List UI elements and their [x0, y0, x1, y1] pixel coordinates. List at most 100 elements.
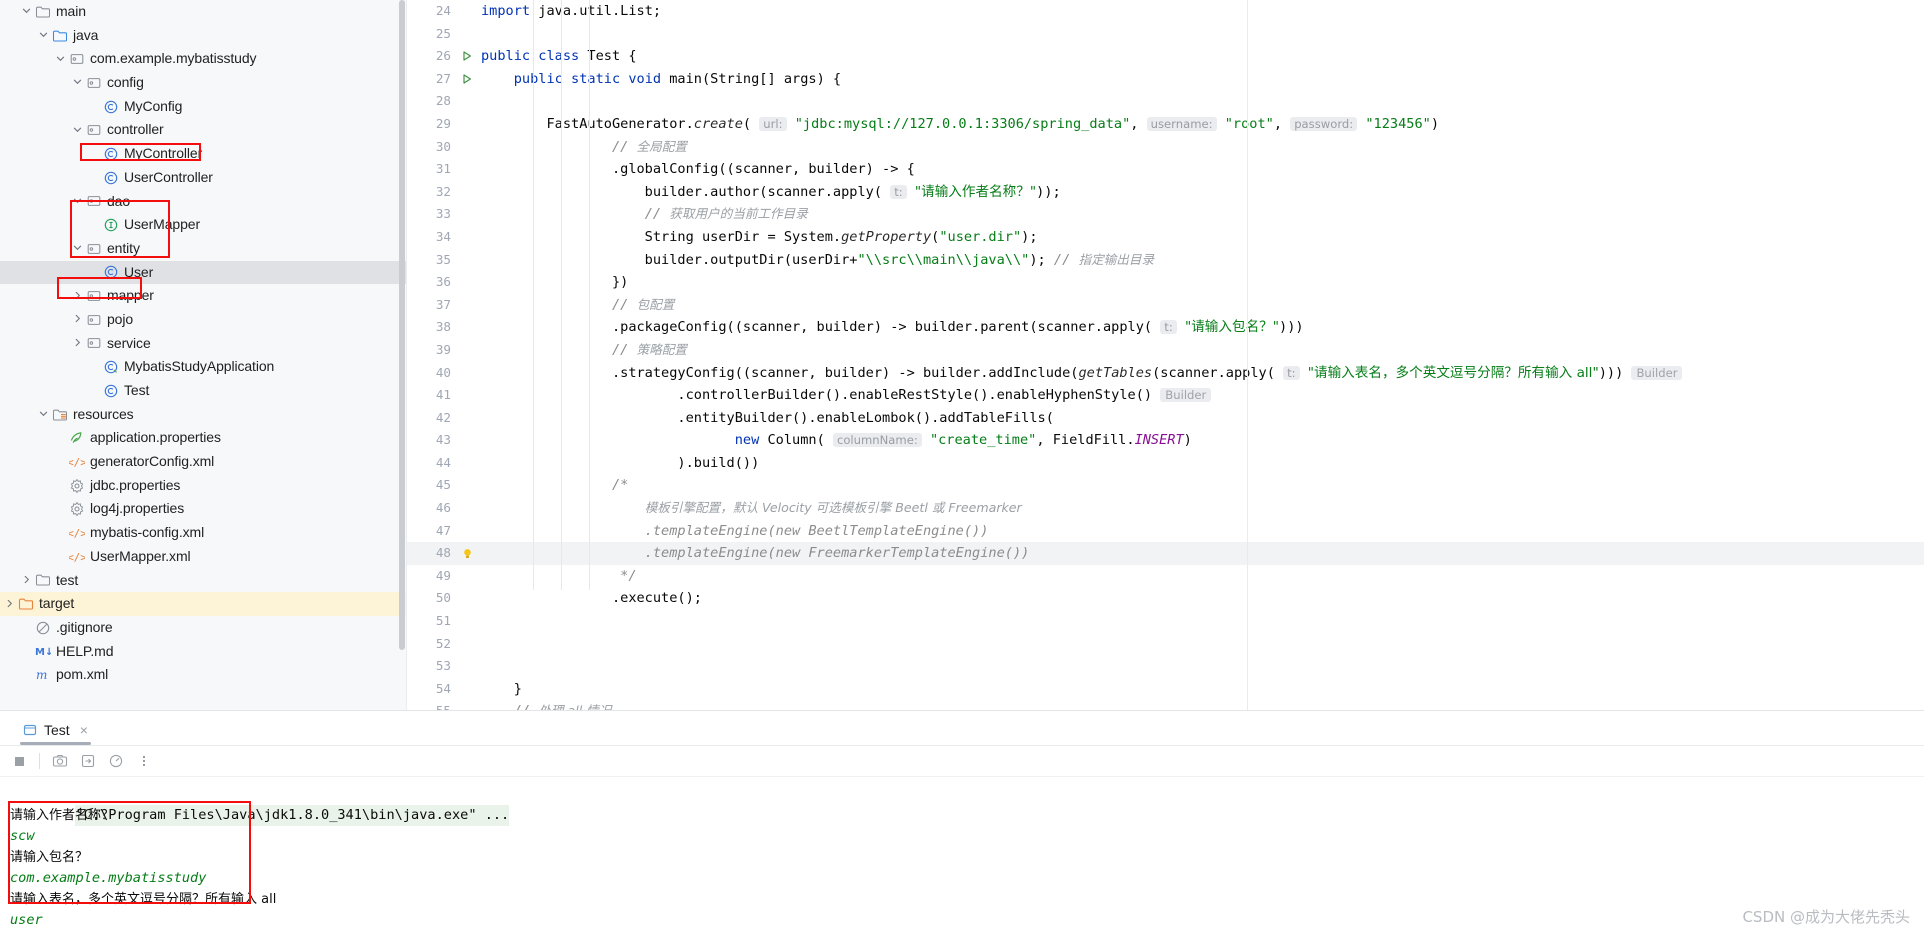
code-line-45[interactable]: 45 /* [407, 474, 1924, 497]
export-icon[interactable] [75, 749, 101, 773]
chevron-down-icon[interactable] [38, 29, 51, 42]
chevron-down-icon[interactable] [55, 53, 68, 66]
tree-item-test[interactable]: Test [0, 379, 406, 403]
run-tab-test[interactable]: Test × [14, 714, 97, 745]
no-arrow [55, 455, 68, 468]
tree-item-dao[interactable]: dao [0, 190, 406, 214]
code-line-27[interactable]: 27 public static void main(String[] args… [407, 68, 1924, 91]
camera-icon[interactable] [47, 749, 73, 773]
chevron-right-icon[interactable] [72, 337, 85, 350]
console-line-input: com.example.mybatisstudy [10, 870, 207, 886]
tree-item-mybatis-config-xml[interactable]: </> mybatis-config.xml [0, 521, 406, 545]
tree-item-service[interactable]: service [0, 332, 406, 356]
code-line-29[interactable]: 29 FastAutoGenerator.create( url: "jdbc:… [407, 113, 1924, 136]
tree-item-test[interactable]: test [0, 569, 406, 593]
maven-icon: m [34, 667, 51, 684]
code-line-36[interactable]: 36 }) [407, 271, 1924, 294]
gauge-icon[interactable] [103, 749, 129, 773]
chevron-down-icon[interactable] [72, 242, 85, 255]
tree-item-myconfig[interactable]: MyConfig [0, 95, 406, 119]
code-line-34[interactable]: 34 String userDir = System.getProperty("… [407, 226, 1924, 249]
code-line-55[interactable]: 55 // 处理 all 情况 [407, 700, 1924, 710]
line-number: 47 [435, 522, 451, 538]
code-line-25[interactable]: 25 [407, 23, 1924, 46]
chevron-down-icon[interactable] [72, 195, 85, 208]
code-line-51[interactable]: 51 [407, 610, 1924, 633]
tree-vertical-scrollbar[interactable] [399, 0, 405, 650]
run-gutter-icon[interactable] [459, 50, 475, 62]
tree-item--gitignore[interactable]: .gitignore [0, 616, 406, 640]
tree-item-help-md[interactable]: M↓ HELP.md [0, 640, 406, 664]
code-line-46[interactable]: 46 模板引擎配置，默认 Velocity 可选模板引擎 Beetl 或 Fre… [407, 497, 1924, 520]
code-line-43[interactable]: 43 new Column( columnName: "create_time"… [407, 429, 1924, 452]
code-line-38[interactable]: 38 .packageConfig((scanner, builder) -> … [407, 316, 1924, 339]
code-line-40[interactable]: 40 .strategyConfig((scanner, builder) ->… [407, 362, 1924, 385]
code-text: .packageConfig((scanner, builder) -> bui… [481, 319, 1304, 336]
code-line-53[interactable]: 53 [407, 655, 1924, 678]
code-line-30[interactable]: 30 // 全局配置 [407, 136, 1924, 159]
code-line-47[interactable]: 47 .templateEngine(new BeetlTemplateEngi… [407, 520, 1924, 543]
chevron-down-icon[interactable] [21, 5, 34, 18]
code-line-49[interactable]: 49 */ [407, 565, 1924, 588]
code-line-52[interactable]: 52 [407, 633, 1924, 656]
run-gutter-icon[interactable] [459, 73, 475, 85]
code-line-24[interactable]: 24 import java.util.List; [407, 0, 1924, 23]
code-line-28[interactable]: 28 [407, 90, 1924, 113]
tree-item-mapper[interactable]: mapper [0, 284, 406, 308]
tree-item-config[interactable]: config [0, 71, 406, 95]
tree-item-usermapper[interactable]: UserMapper [0, 213, 406, 237]
code-line-48[interactable]: 48 .templateEngine(new FreemarkerTemplat… [407, 542, 1924, 565]
tree-item-generatorconfig-xml[interactable]: </> generatorConfig.xml [0, 450, 406, 474]
ide-window: main java com.example.mybatisstudy config My… [0, 0, 1924, 941]
tree-item-label: config [107, 74, 144, 91]
code-line-32[interactable]: 32 builder.author(scanner.apply( t: "请输入… [407, 181, 1924, 204]
chevron-right-icon[interactable] [72, 313, 85, 326]
code-line-54[interactable]: 54 } [407, 678, 1924, 701]
code-line-31[interactable]: 31 .globalConfig((scanner, builder) -> { [407, 158, 1924, 181]
tree-item-log4j-properties[interactable]: log4j.properties [0, 497, 406, 521]
tree-item-user[interactable]: User [0, 260, 406, 285]
code-line-42[interactable]: 42 .entityBuilder().enableLombok().addTa… [407, 407, 1924, 430]
code-line-37[interactable]: 37 // 包配置 [407, 294, 1924, 317]
tree-item-controller[interactable]: controller [0, 118, 406, 142]
tree-item-usermapper-xml[interactable]: </> UserMapper.xml [0, 545, 406, 569]
project-tree-rows: main java com.example.mybatisstudy config My… [0, 0, 406, 687]
line-number: 55 [407, 700, 459, 710]
tree-item-pojo[interactable]: pojo [0, 308, 406, 332]
close-icon[interactable]: × [80, 722, 88, 738]
intention-bulb-icon[interactable] [459, 547, 475, 560]
chevron-down-icon[interactable] [72, 124, 85, 137]
tree-item-mybatisstudyapplication[interactable]: MybatisStudyApplication [0, 355, 406, 379]
tree-item-entity[interactable]: entity [0, 237, 406, 261]
tree-item-mycontroller[interactable]: MyController [0, 142, 406, 166]
project-tree-panel[interactable]: main java com.example.mybatisstudy config My… [0, 0, 407, 710]
tree-item-pom-xml[interactable]: m pom.xml [0, 663, 406, 687]
chevron-down-icon[interactable] [72, 76, 85, 89]
chevron-down-icon[interactable] [38, 408, 51, 421]
code-line-35[interactable]: 35 builder.outputDir(userDir+"\\src\\mai… [407, 249, 1924, 272]
code-line-50[interactable]: 50 .execute(); [407, 587, 1924, 610]
code-line-41[interactable]: 41 .controllerBuilder().enableRestStyle(… [407, 384, 1924, 407]
stop-icon[interactable] [6, 749, 32, 773]
console-output[interactable]: "C:\Program Files\Java\jdk1.8.0_341\bin\… [0, 777, 1924, 931]
code-text: .globalConfig((scanner, builder) -> { [481, 161, 915, 178]
tree-item-target[interactable]: target [0, 592, 406, 616]
code-line-39[interactable]: 39 // 策略配置 [407, 339, 1924, 362]
chevron-right-icon[interactable] [4, 598, 17, 611]
tree-item-usercontroller[interactable]: UserController [0, 166, 406, 190]
chevron-right-icon[interactable] [72, 290, 85, 303]
active-tab-underline [20, 742, 91, 745]
code-line-26[interactable]: 26 public class Test { [407, 45, 1924, 68]
code-editor[interactable]: 24 import java.util.List; 25 26 public class… [407, 0, 1924, 710]
tree-item-application-properties[interactable]: application.properties [0, 426, 406, 450]
tree-item-main[interactable]: main [0, 0, 406, 24]
tree-item-com-example-mybatisstudy[interactable]: com.example.mybatisstudy [0, 47, 406, 71]
code-line-44[interactable]: 44 ).build()) [407, 452, 1924, 475]
tree-item-java[interactable]: java [0, 24, 406, 48]
more-vertical-icon[interactable] [131, 749, 157, 773]
chevron-right-icon[interactable] [21, 574, 34, 587]
code-text: // 包配置 [611, 296, 675, 313]
tree-item-resources[interactable]: resources [0, 403, 406, 427]
tree-item-jdbc-properties[interactable]: jdbc.properties [0, 474, 406, 498]
code-line-33[interactable]: 33 // 获取用户的当前工作目录 [407, 203, 1924, 226]
